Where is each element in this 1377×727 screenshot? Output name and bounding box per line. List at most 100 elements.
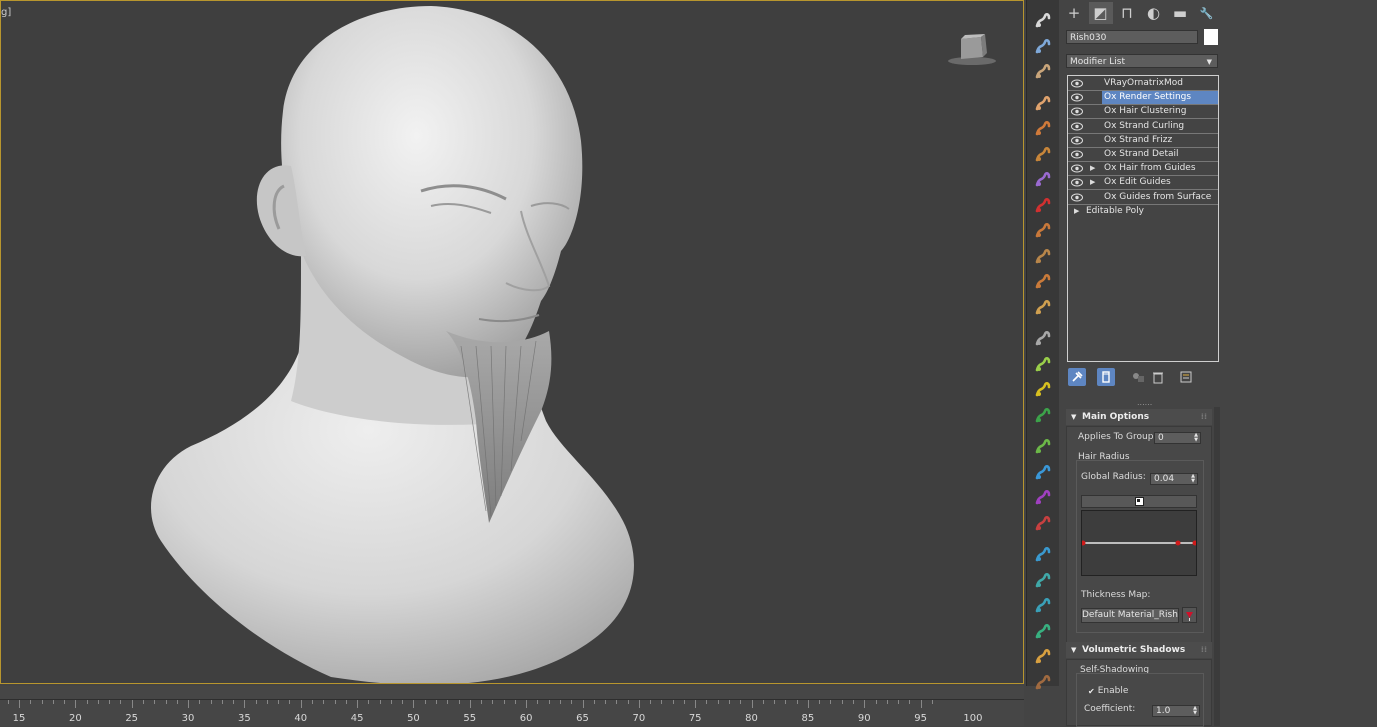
braid-icon[interactable] — [1033, 487, 1053, 507]
panel-resize-handle[interactable]: ...... — [1137, 398, 1152, 407]
length-icon[interactable] — [1033, 354, 1053, 374]
modifier-stack-item[interactable]: ▶ Editable Poly — [1068, 205, 1218, 219]
render-settings-icon[interactable] — [1033, 195, 1053, 215]
surface-comb-icon[interactable] — [1033, 220, 1053, 240]
rollout-scrollbar[interactable] — [1214, 407, 1220, 726]
volumetric-shadows-rollout-header[interactable]: ▼ Volumetric Shadows ⁞⁞ — [1066, 642, 1212, 658]
modifier-stack-label: Editable Poly — [1086, 205, 1144, 216]
hair-from-mesh-strips-icon[interactable] — [1033, 10, 1053, 30]
main-options-body: Applies To Group: 0 ▲ ▼ Hair Radius Globa… — [1066, 426, 1212, 648]
visibility-eye-icon[interactable] — [1071, 93, 1083, 102]
object-color-swatch[interactable] — [1204, 29, 1218, 45]
strand-multiplier-icon[interactable] — [1033, 246, 1053, 266]
strand-animation-icon[interactable] — [1033, 621, 1053, 641]
timeline-minor-tick — [875, 700, 877, 704]
coefficient-value: 1.0 — [1156, 706, 1171, 716]
object-name-field[interactable]: Rish030 — [1066, 30, 1198, 44]
modifier-stack-item[interactable]: Ox Guides from Surface — [1068, 191, 1218, 205]
guides-editor-icon[interactable] — [1033, 36, 1053, 56]
visibility-eye-icon[interactable] — [1071, 79, 1083, 88]
display-icon[interactable]: ▬ — [1168, 2, 1192, 24]
gravity-icon[interactable] — [1033, 405, 1053, 425]
strand-propagation-icon[interactable] — [1033, 93, 1053, 113]
spinner-arrows-icon: ▲ ▼ — [1191, 473, 1195, 484]
visibility-eye-icon[interactable] — [1071, 150, 1083, 159]
modifier-stack-item[interactable]: Ox Strand Frizz — [1068, 134, 1218, 148]
modifier-stack-item[interactable]: Ox Render Settings — [1068, 91, 1218, 106]
configure-modifier-sets-icon[interactable] — [1177, 368, 1195, 386]
strand-frizz-icon[interactable] — [1033, 169, 1053, 189]
modifier-stack-item[interactable]: ▶ Ox Edit Guides — [1068, 176, 1218, 191]
global-radius-value: 0.04 — [1154, 474, 1175, 484]
collision-icon[interactable] — [1033, 595, 1053, 615]
modifier-stack-item[interactable]: ▶ Ox Hair from Guides — [1068, 162, 1218, 177]
edit-guides-icon[interactable] — [1033, 297, 1053, 317]
thickness-map-button[interactable]: Default Material_Rish Jel — [1081, 608, 1179, 623]
timeline-minor-tick — [548, 700, 550, 704]
frizz-icon[interactable] — [1033, 544, 1053, 564]
modifier-stack-item[interactable]: Ox Hair Clustering — [1068, 105, 1218, 120]
timeline-ruler[interactable] — [0, 699, 1024, 712]
visibility-eye-icon[interactable] — [1071, 107, 1083, 116]
push-away-icon[interactable] — [1033, 570, 1053, 590]
open-curve-editor-button[interactable] — [1081, 495, 1197, 508]
radius-curve-graph[interactable] — [1081, 510, 1197, 576]
viewcube-icon[interactable] — [947, 31, 997, 67]
timeline-minor-tick — [469, 700, 471, 708]
expand-arrow-icon[interactable]: ▶ — [1090, 164, 1095, 172]
time-slider-track[interactable]: 15 20 25 30 35 40 45 50 55 60 65 70 75 80 85 90 95 100 — [0, 686, 1024, 726]
modifier-stack[interactable]: VRayOrnatrixMod Ox Render Settings Ox Hair… — [1067, 75, 1219, 362]
perspective-viewport[interactable]: g] — [0, 0, 1024, 684]
modifier-stack-item[interactable]: Ox Strand Curling — [1068, 120, 1218, 134]
visibility-eye-icon[interactable] — [1071, 122, 1083, 131]
weather-icon[interactable] — [1033, 672, 1053, 692]
timeline-minor-tick — [30, 700, 32, 704]
ornatrix-toolbar — [1026, 0, 1059, 689]
modifier-list-dropdown[interactable]: Modifier List ▼ — [1066, 54, 1218, 68]
ground-strands-icon[interactable] — [1033, 61, 1053, 81]
utilities-wrench-icon[interactable]: 🔧 — [1195, 2, 1219, 24]
rotate-icon[interactable] — [1033, 513, 1053, 533]
mesh-from-strands-icon[interactable] — [1033, 436, 1053, 456]
modify-icon[interactable]: ◩ — [1088, 2, 1113, 24]
visibility-eye-icon[interactable] — [1071, 178, 1083, 187]
bust-model-render[interactable] — [1, 1, 1023, 683]
modifier-stack-item[interactable]: VRayOrnatrixMod — [1068, 77, 1218, 91]
remove-modifier-icon[interactable] — [1149, 368, 1167, 386]
change-width-icon[interactable] — [1033, 271, 1053, 291]
coefficient-spinner[interactable]: 1.0 ▲ ▼ — [1152, 705, 1200, 717]
create-plus-icon[interactable]: + — [1062, 2, 1086, 24]
main-options-rollout-header[interactable]: ▼ Main Options ⁞⁞ — [1066, 409, 1212, 425]
timeline-minor-tick — [435, 700, 437, 704]
visibility-eye-icon[interactable] — [1071, 193, 1083, 202]
hierarchy-icon[interactable]: ⊓ — [1115, 2, 1139, 24]
expand-arrow-icon[interactable]: ▶ — [1074, 207, 1079, 215]
visibility-eye-icon[interactable] — [1071, 136, 1083, 145]
applies-to-group-spinner[interactable]: 0 ▲ ▼ — [1154, 432, 1201, 444]
timeline-minor-tick — [830, 700, 832, 704]
detail-icon[interactable] — [1033, 379, 1053, 399]
global-radius-spinner[interactable]: 0.04 ▲ ▼ — [1150, 473, 1198, 485]
timeline-minor-tick — [638, 700, 640, 708]
weaver-icon[interactable] — [1033, 646, 1053, 666]
curve-editor-icon — [1134, 497, 1144, 506]
timeline-frame-label: 85 — [801, 713, 815, 724]
make-unique-icon[interactable] — [1129, 368, 1147, 386]
timeline-minor-tick — [210, 700, 212, 704]
hair-radius-group: Global Radius: 0.04 ▲ ▼ Thickness Map: De… — [1076, 460, 1204, 633]
curl-icon[interactable] — [1033, 118, 1053, 138]
enable-checkbox[interactable]: ✔ Enable — [1088, 686, 1128, 696]
modifier-stack-item[interactable]: Ox Strand Detail — [1068, 148, 1218, 162]
modifier-stack-label: Ox Guides from Surface — [1104, 191, 1212, 202]
symmetry-icon[interactable] — [1033, 328, 1053, 348]
timeline-minor-tick — [683, 700, 685, 704]
pin-stack-icon[interactable] — [1068, 368, 1086, 386]
show-end-result-icon[interactable] — [1097, 368, 1115, 386]
motion-icon[interactable]: ◐ — [1142, 2, 1166, 24]
expand-arrow-icon[interactable]: ▶ — [1090, 178, 1095, 186]
timeline-minor-tick — [165, 700, 167, 704]
visibility-eye-icon[interactable] — [1071, 164, 1083, 173]
eyedropper-icon[interactable] — [1182, 607, 1197, 623]
strand-group-icon[interactable] — [1033, 462, 1053, 482]
hair-clustering-icon[interactable] — [1033, 144, 1053, 164]
